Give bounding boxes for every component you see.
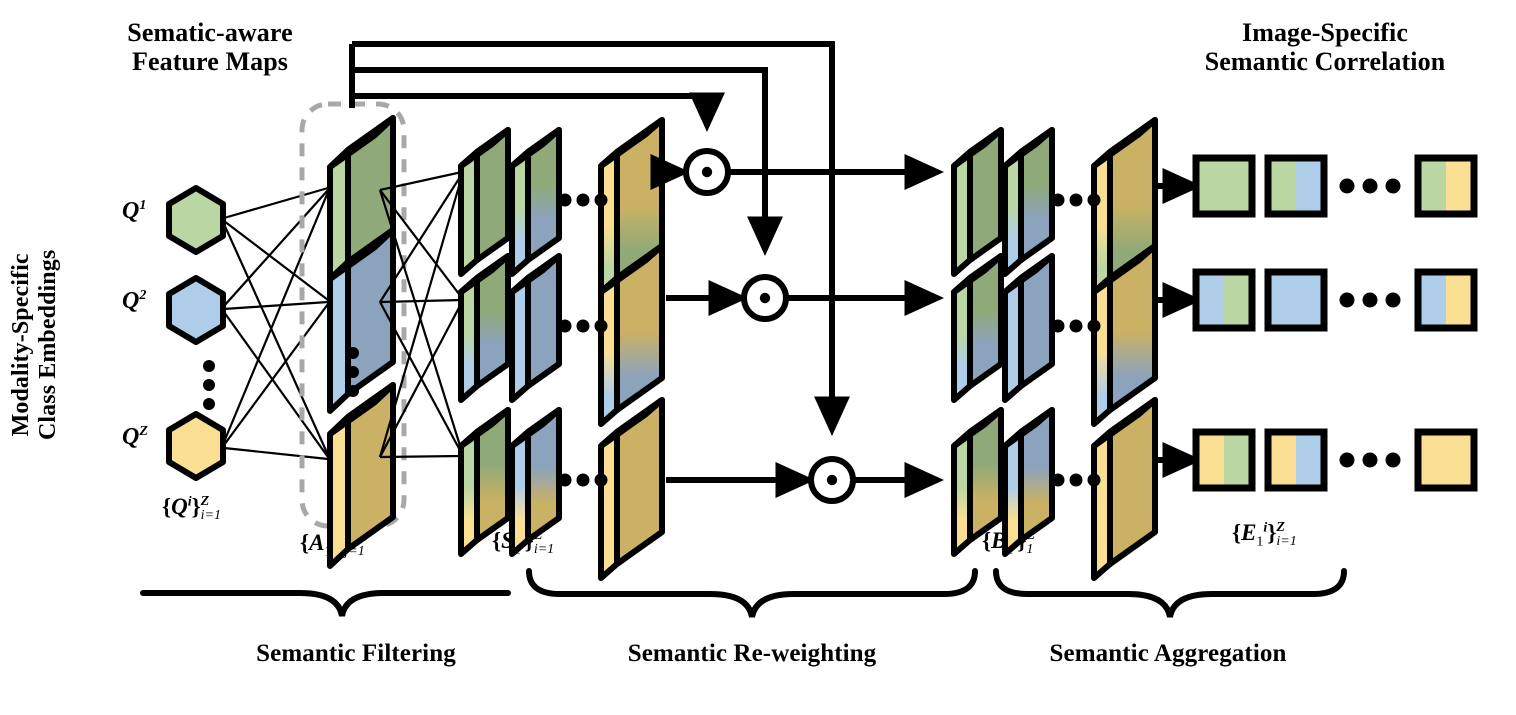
card-b-r2-c2[interactable] <box>1002 253 1055 403</box>
operator-hadamard-2[interactable] <box>741 274 789 322</box>
card-b-r1-c1[interactable] <box>951 127 1004 277</box>
card-s-r3-c1[interactable] <box>458 407 511 557</box>
s-r1-dots <box>558 193 608 207</box>
card-s-r1-c1[interactable] <box>458 127 511 277</box>
e-square-r2-c2[interactable] <box>1264 268 1328 332</box>
s-r2-dots <box>558 319 608 333</box>
brace-semantic-re-weighting <box>526 568 978 618</box>
b-r1-dots <box>1051 193 1101 207</box>
embedding-vertical-dots <box>203 360 215 410</box>
card-s-r3-c3[interactable] <box>598 397 665 581</box>
card-a-vertical-dots <box>347 347 359 397</box>
e-square-r2-c1[interactable] <box>1192 268 1256 332</box>
e-square-r2-c3[interactable] <box>1414 268 1478 332</box>
figure-canvas: Sematic-aware Feature Maps Image-Specifi… <box>0 0 1516 715</box>
card-b-r3-c3[interactable] <box>1091 397 1158 581</box>
s-r3-dots <box>558 473 608 487</box>
e-r3-dots <box>1339 452 1401 468</box>
card-s-r2-c2[interactable] <box>509 253 562 403</box>
e-square-r1-c1[interactable] <box>1192 154 1256 218</box>
card-b-r3-c1[interactable] <box>951 407 1004 557</box>
e-square-r3-c3[interactable] <box>1414 428 1478 492</box>
operator-hadamard-1[interactable] <box>683 148 731 196</box>
links-q-to-a <box>222 186 330 461</box>
embedding-hexagons <box>166 185 226 481</box>
arrows-b-to-e <box>1158 168 1203 478</box>
e-square-r1-c2[interactable] <box>1264 154 1328 218</box>
b-r3-dots <box>1051 473 1101 487</box>
e-square-r3-c1[interactable] <box>1192 428 1256 492</box>
brace-semantic-filtering <box>140 590 511 617</box>
hexagon-qz[interactable] <box>166 411 226 481</box>
card-b-r1-c2[interactable] <box>1002 127 1055 277</box>
card-s-r3-c2[interactable] <box>509 407 562 557</box>
operator-hadamard-3[interactable] <box>808 456 856 504</box>
e-r1-dots <box>1339 178 1401 194</box>
e-square-r1-c3[interactable] <box>1414 154 1478 218</box>
card-s-r2-c1[interactable] <box>458 253 511 403</box>
card-b-r2-c1[interactable] <box>951 253 1004 403</box>
e-r2-dots <box>1339 292 1401 308</box>
card-s-r1-c2[interactable] <box>509 127 562 277</box>
hexagon-q1[interactable] <box>166 185 226 255</box>
e-square-r3-c2[interactable] <box>1264 428 1328 492</box>
hexagon-q2[interactable] <box>166 275 226 345</box>
brace-semantic-aggregation <box>993 568 1347 618</box>
card-a-row3[interactable] <box>327 382 396 569</box>
card-b-r3-c2[interactable] <box>1002 407 1055 557</box>
diagram-graphics <box>140 41 1478 618</box>
arrows-s-to-operator <box>650 154 816 498</box>
b-r2-dots <box>1051 319 1101 333</box>
